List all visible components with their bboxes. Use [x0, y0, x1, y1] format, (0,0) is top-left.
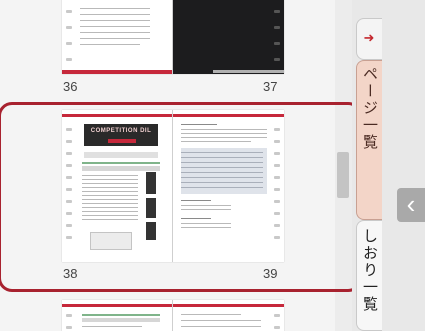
thumbnail-page-37[interactable]	[173, 0, 284, 74]
thumbnail-page-39[interactable]	[173, 110, 284, 262]
page-38-title-text: COMPETITION DIL	[90, 128, 152, 134]
tab-page-list-label: ページ一覧	[361, 66, 378, 151]
tab-bookmark-list-label: しおり一覧	[361, 228, 378, 313]
thumbnail-page-41[interactable]	[173, 300, 284, 331]
page-number-37: 37	[263, 79, 278, 94]
page-number-36: 36	[63, 79, 78, 94]
collapse-chevron-icon[interactable]: ‹	[397, 188, 425, 222]
page-number-38: 38	[63, 266, 78, 281]
arrow-right-icon[interactable]: ➜	[360, 27, 378, 49]
scrollbar-thumb[interactable]	[337, 152, 349, 198]
thumbnail-spread-40-41[interactable]	[62, 300, 284, 331]
page-number-39: 39	[263, 266, 278, 281]
thumbnail-spread-38-39[interactable]: COMPETITION DIL	[62, 110, 284, 262]
thumbnail-page-40[interactable]	[62, 300, 172, 331]
thumbnail-page-36[interactable]	[62, 0, 172, 74]
page-38-title-banner: COMPETITION DIL	[84, 124, 158, 146]
thumbnail-spread-36-37[interactable]	[62, 0, 284, 74]
thumbnail-panel: 36 37 COMPETITION DIL 38 39	[0, 0, 352, 331]
thumbnail-page-38[interactable]: COMPETITION DIL	[62, 110, 172, 262]
